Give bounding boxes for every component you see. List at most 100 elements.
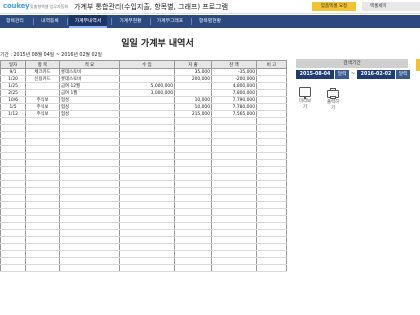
cell-category: 신용카드 xyxy=(25,75,60,83)
cell-balance xyxy=(211,222,257,230)
tab-ledger-graph[interactable]: 가계부그래프 xyxy=(152,15,188,28)
table-row[interactable]: 9/1 체크카드 롯데스토비 35,000 -35,000 xyxy=(0,68,287,76)
empty-table-row[interactable] xyxy=(0,180,287,188)
cell-expense xyxy=(174,131,212,139)
cell-category xyxy=(25,257,60,265)
cell-category: 주식보 xyxy=(25,96,60,104)
cell-category xyxy=(25,194,60,202)
tab-category-status[interactable]: 항목별현황 xyxy=(194,15,226,28)
empty-table-row[interactable] xyxy=(0,250,287,258)
cell-date: 1/20 xyxy=(0,75,26,83)
table-row[interactable]: 1/25 급여 12월 5,000,000 4,800,000 xyxy=(0,82,287,90)
cell-income xyxy=(119,257,175,265)
cell-expense xyxy=(174,166,212,174)
empty-table-row[interactable] xyxy=(0,229,287,237)
cell-description xyxy=(59,264,120,272)
cell-description xyxy=(59,187,120,195)
empty-table-row[interactable] xyxy=(0,236,287,244)
cell-income: 5,000,000 xyxy=(119,82,175,90)
printer-icon xyxy=(327,88,339,99)
empty-table-row[interactable] xyxy=(0,159,287,167)
cell-income xyxy=(119,208,175,216)
empty-table-row[interactable] xyxy=(0,243,287,251)
cell-date: 9/1 xyxy=(0,68,26,76)
cell-balance xyxy=(211,194,257,202)
preview-button[interactable]: 미리보기 xyxy=(297,87,313,110)
ledger-table: 일자 항 목 적 요 수 입 지 출 잔 액 비 고 9/1 체크카드 롯데스토비 3… xyxy=(0,60,287,272)
cell-income: 3,000,000 xyxy=(119,89,175,97)
cell-description: 협성 xyxy=(59,96,120,104)
table-row[interactable]: 1/5 주식보 협성 10,000 7,780,000 xyxy=(0,103,287,111)
cell-balance xyxy=(211,166,257,174)
empty-table-row[interactable] xyxy=(0,208,287,216)
cell-description xyxy=(59,215,120,223)
excel-seminar-button[interactable]: 엑셀세미 xyxy=(362,2,420,11)
print-button[interactable]: 출력하기 xyxy=(325,87,341,111)
cell-description xyxy=(59,166,120,174)
cell-remarks xyxy=(256,180,287,188)
cell-description: 협성 xyxy=(59,110,120,118)
tab-ledger-status[interactable]: 가계부현황 xyxy=(114,15,147,28)
cell-income xyxy=(119,222,175,230)
cell-date xyxy=(0,180,26,188)
cell-balance xyxy=(211,243,257,251)
empty-table-row[interactable] xyxy=(0,264,287,272)
table-row[interactable]: 1/20 신용카드 롯데스토비 200,000 -200,000 xyxy=(0,75,287,83)
cell-income xyxy=(119,96,175,104)
cell-remarks xyxy=(256,194,287,202)
empty-table-row[interactable] xyxy=(0,124,287,132)
end-calendar-button[interactable]: 달력 xyxy=(396,70,410,79)
top-bar: coukey 맞춤형엑셀 업무자동화 가계부 통합관리(수입지출, 항목별, 그… xyxy=(0,0,420,14)
empty-table-row[interactable] xyxy=(0,117,287,125)
cell-description: 급여 12월 xyxy=(59,82,120,90)
cell-category xyxy=(25,138,60,146)
empty-table-row[interactable] xyxy=(0,145,287,153)
cell-income xyxy=(119,117,175,125)
cell-balance: 7,565,000 xyxy=(211,110,257,118)
empty-table-row[interactable] xyxy=(0,201,287,209)
empty-table-row[interactable] xyxy=(0,173,287,181)
table-row[interactable]: 1/12 주식보 협성 215,000 7,565,000 xyxy=(0,110,287,118)
cell-income xyxy=(119,75,175,83)
cell-income xyxy=(119,152,175,160)
cell-date xyxy=(0,166,26,174)
column-header-category: 항 목 xyxy=(25,60,60,69)
tab-item-management[interactable]: 항목관리 xyxy=(0,15,30,28)
cell-balance xyxy=(211,229,257,237)
empty-table-row[interactable] xyxy=(0,187,287,195)
cell-description: 롯데스토비 xyxy=(59,68,120,76)
empty-table-row[interactable] xyxy=(0,138,287,146)
cell-date xyxy=(0,131,26,139)
start-calendar-button[interactable]: 달력 xyxy=(335,70,349,79)
end-date-field[interactable]: 2016-02-02 xyxy=(357,70,395,79)
tab-divider xyxy=(111,18,112,25)
column-header-description: 적 요 xyxy=(59,60,120,69)
cell-date xyxy=(0,145,26,153)
cell-description: 협성 xyxy=(59,103,120,111)
start-date-field[interactable]: 2015-08-04 xyxy=(296,70,334,79)
cell-category xyxy=(25,89,60,97)
empty-table-row[interactable] xyxy=(0,131,287,139)
cell-balance: -35,000 xyxy=(211,68,257,76)
empty-table-row[interactable] xyxy=(0,166,287,174)
empty-table-row[interactable] xyxy=(0,194,287,202)
empty-table-row[interactable] xyxy=(0,215,287,223)
cell-income xyxy=(119,215,175,223)
cell-category xyxy=(25,222,60,230)
tab-ledger-statement[interactable]: 가계부내역서 xyxy=(69,15,107,28)
empty-table-row[interactable] xyxy=(0,257,287,265)
empty-table-row[interactable] xyxy=(0,222,287,230)
cell-remarks xyxy=(256,166,287,174)
empty-table-row[interactable] xyxy=(0,152,287,160)
table-row[interactable]: 2/25 급여 1월 3,000,000 7,800,000 xyxy=(0,89,287,97)
cell-category xyxy=(25,117,60,125)
cell-description xyxy=(59,194,120,202)
table-row[interactable]: 10/6 주식보 협성 10,000 7,790,000 xyxy=(0,96,287,104)
tab-entry-registration[interactable]: 내역등록 xyxy=(36,15,64,28)
column-header-balance: 잔 액 xyxy=(211,60,257,69)
custom-excel-request-button[interactable]: 맞춤엑셀 요청 xyxy=(312,2,356,11)
cell-income xyxy=(119,201,175,209)
cell-category xyxy=(25,208,60,216)
side-yellow-marker xyxy=(416,59,420,71)
cell-date xyxy=(0,257,26,265)
